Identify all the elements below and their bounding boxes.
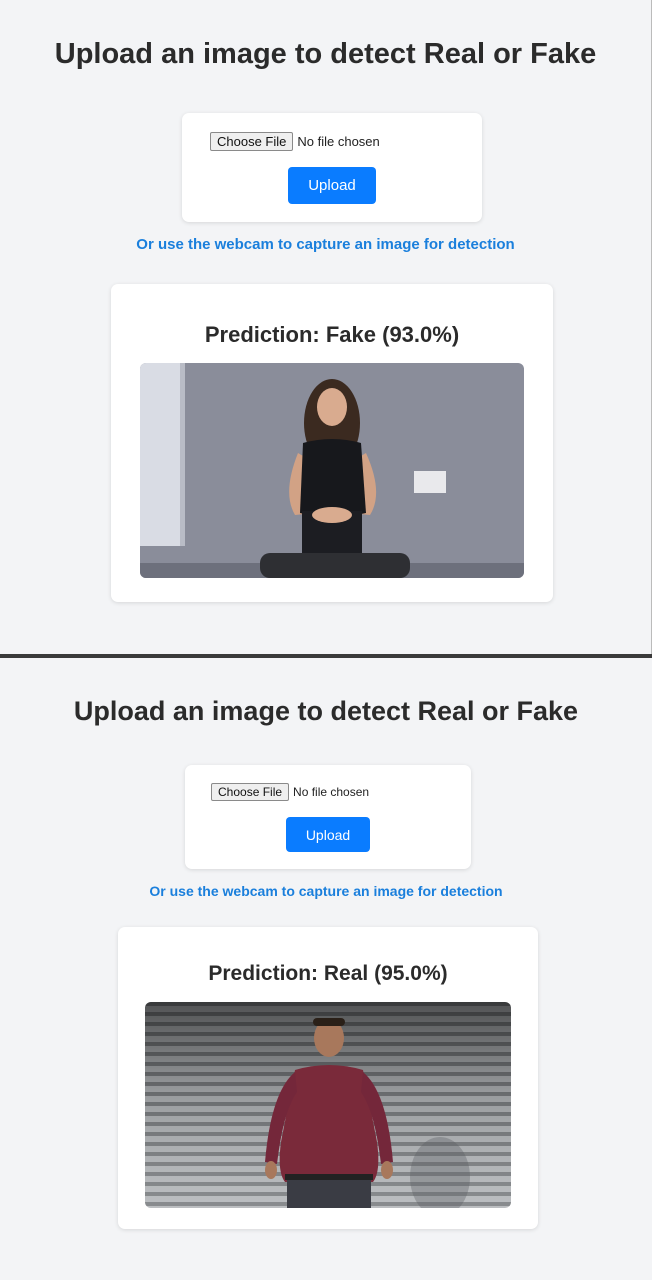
page-title: Upload an image to detect Real or Fake [73, 696, 579, 726]
webcam-capture-link[interactable]: Or use the webcam to capture an image fo… [0, 883, 652, 899]
prediction-text: Prediction: Fake (93.0%) [204, 322, 460, 347]
upload-form: Choose File No file chosen Upload [182, 113, 482, 222]
upload-button[interactable]: Upload [286, 817, 370, 852]
panel-divider [0, 654, 652, 658]
choose-file-button[interactable]: Choose File [210, 132, 294, 151]
file-input[interactable]: Choose File No file chosen [210, 132, 380, 151]
file-status-text: No file chosen [297, 134, 380, 149]
choose-file-button[interactable]: Choose File [211, 783, 290, 801]
bottom-panel: Upload an image to detect Real or Fake C… [0, 659, 652, 1280]
uploaded-image [140, 363, 524, 578]
uploaded-image [145, 1002, 511, 1208]
upload-form: Choose File No file chosen Upload [185, 765, 471, 869]
webcam-capture-link[interactable]: Or use the webcam to capture an image fo… [0, 236, 651, 253]
file-status-text: No file chosen [293, 785, 370, 799]
page-title: Upload an image to detect Real or Fake [54, 38, 597, 70]
result-card: Prediction: Real (95.0%) [118, 927, 538, 1229]
result-card: Prediction: Fake (93.0%) [111, 284, 553, 602]
top-panel: Upload an image to detect Real or Fake C… [0, 0, 652, 655]
file-input[interactable]: Choose File No file chosen [211, 783, 369, 801]
prediction-text: Prediction: Real (95.0%) [208, 962, 448, 985]
upload-button[interactable]: Upload [288, 167, 376, 204]
